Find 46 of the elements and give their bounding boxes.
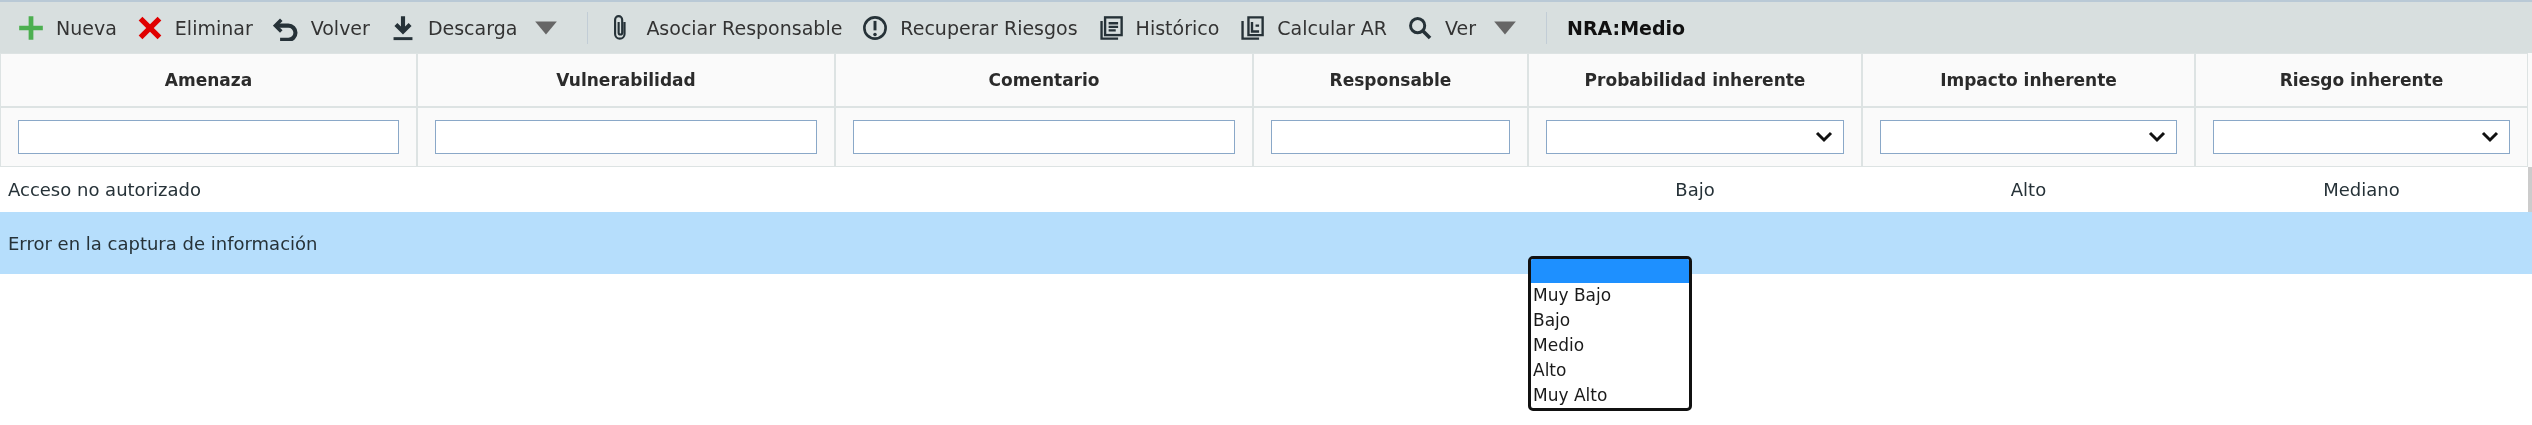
toolbar-button[interactable]: Calcular AR xyxy=(1235,10,1399,45)
column-header[interactable]: Amenaza xyxy=(0,53,417,107)
table-cell: Bajo xyxy=(1675,179,1715,200)
column-header[interactable]: Impacto inherente xyxy=(1862,53,2195,107)
toolbar-button[interactable]: Recuperar Riesgos xyxy=(858,10,1090,45)
column-header[interactable]: Riesgo inherente xyxy=(2195,53,2528,107)
filter-field[interactable] xyxy=(1271,120,1510,154)
dropdown-option[interactable]: Muy Alto xyxy=(1531,383,1689,408)
nra-label: NRA:Medio xyxy=(1566,16,1686,39)
filter-field[interactable] xyxy=(435,120,817,154)
toolbar-button[interactable]: Eliminar xyxy=(132,10,265,45)
dropdown-list[interactable]: Muy Bajo Bajo Medio Alto Muy Alto xyxy=(1528,256,1692,411)
filter-select[interactable] xyxy=(1880,120,2177,154)
column-header[interactable]: Probabilidad inherente xyxy=(1528,53,1862,107)
table-cell: Acceso no autorizado xyxy=(8,179,201,200)
column-header[interactable]: Responsable xyxy=(1253,53,1528,107)
toolbar-button[interactable]: Descarga xyxy=(385,10,572,45)
alert-icon xyxy=(862,14,889,41)
column-header[interactable]: Vulnerabilidad xyxy=(417,53,835,107)
search-icon xyxy=(1406,14,1433,41)
filter-field[interactable] xyxy=(853,120,1235,154)
dropdown-option[interactable]: Medio xyxy=(1531,333,1689,358)
toolbar-button[interactable]: Asociar Responsable xyxy=(604,10,855,45)
table-cell: Error en la captura de información xyxy=(8,232,318,254)
column-header[interactable]: Comentario xyxy=(835,53,1253,107)
toolbar-button[interactable]: Nueva xyxy=(14,10,129,45)
filter-select[interactable] xyxy=(2213,120,2510,154)
table-cell: Alto xyxy=(2010,179,2047,200)
table-cell: Mediano xyxy=(2323,179,2400,200)
document-stack-icon xyxy=(1239,14,1266,41)
chevron-down-icon xyxy=(2481,131,2499,143)
document-stack-icon xyxy=(1097,14,1124,41)
toolbar-button[interactable]: Volver xyxy=(268,10,382,45)
dropdown-option[interactable]: Bajo xyxy=(1531,308,1689,333)
chevron-down-icon xyxy=(2148,131,2166,143)
plus-icon xyxy=(18,14,44,41)
table-row[interactable]: Acceso no autorizado Bajo Alto Mediano xyxy=(0,167,2532,212)
dropdown-option[interactable]: Alto xyxy=(1531,358,1689,383)
toolbar-button[interactable]: Ver xyxy=(1402,10,1530,45)
dropdown-option[interactable]: Muy Bajo xyxy=(1531,283,1689,308)
filter-select[interactable] xyxy=(1546,120,1844,154)
chevron-down-icon xyxy=(1815,131,1833,143)
filter-field[interactable] xyxy=(18,120,399,154)
table-row[interactable]: Error en la captura de información xyxy=(0,212,2532,274)
toolbar-button[interactable]: Histórico xyxy=(1093,10,1232,45)
close-icon xyxy=(136,14,163,41)
